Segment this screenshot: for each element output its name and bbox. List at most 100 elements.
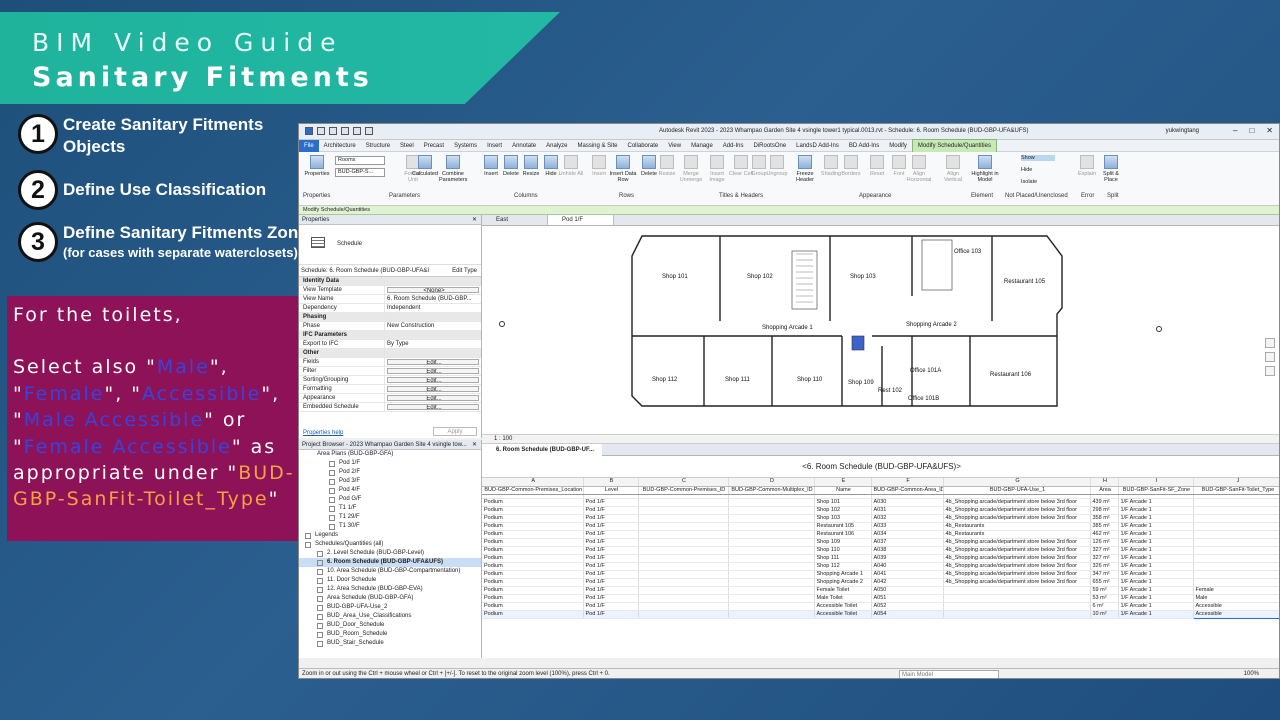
table-cell[interactable]: Podium: [482, 578, 584, 587]
table-cell[interactable]: 1/F Arcade 1: [1118, 514, 1194, 523]
table-row[interactable]: Podium Pod 1/F Male Toilet A051 53 m² 1/F Arc…: [482, 594, 1279, 603]
table-cell[interactable]: 53 m²: [1090, 594, 1119, 603]
tab-precast[interactable]: Precast: [419, 140, 449, 152]
property-edit-button[interactable]: Edit...: [387, 359, 479, 365]
table-cell[interactable]: [638, 522, 729, 531]
table-cell[interactable]: Podium: [482, 514, 584, 523]
table-cell[interactable]: Pod 1/F: [583, 578, 639, 587]
table-cell[interactable]: [728, 594, 815, 603]
table-cell[interactable]: [728, 506, 815, 515]
column-header[interactable]: BUD-GBP-Common-Multiplex_ID: [728, 486, 815, 495]
table-cell[interactable]: 6 m²: [1090, 602, 1119, 611]
table-cell[interactable]: 4b_Shopping arcade/department store belo…: [943, 578, 1091, 587]
column-letter[interactable]: I: [1118, 478, 1194, 487]
table-cell[interactable]: [728, 522, 815, 531]
table-cell[interactable]: [728, 514, 815, 523]
table-cell[interactable]: Pod 1/F: [583, 538, 639, 547]
table-cell[interactable]: 4b_Restaurants: [943, 530, 1091, 539]
property-edit-button[interactable]: Edit...: [387, 368, 479, 374]
table-cell[interactable]: A042: [871, 578, 944, 587]
property-row[interactable]: Phase New Construction: [299, 322, 481, 331]
ribbon-button-merge-unmerge[interactable]: Merge Unmerge: [677, 155, 705, 183]
pan-icon[interactable]: [1265, 352, 1275, 362]
tab-analyze[interactable]: Analyze: [541, 140, 572, 152]
property-row[interactable]: Export to IFC By Type: [299, 340, 481, 349]
table-row[interactable]: Podium Pod 1/F Shopping Arcade 2 A042 4b_Sho…: [482, 578, 1279, 587]
column-header[interactable]: BUD-GBP-Common-Area_ID: [871, 486, 944, 495]
properties-help-link[interactable]: Properties help: [303, 430, 343, 436]
table-cell[interactable]: 298 m²: [1090, 506, 1119, 515]
table-cell[interactable]: Female: [1193, 586, 1279, 595]
ribbon-button-align-horizontal[interactable]: Align Horizontal: [905, 155, 933, 183]
tab-structure[interactable]: Structure: [361, 140, 395, 152]
table-cell[interactable]: [638, 538, 729, 547]
table-cell[interactable]: 358 m²: [1090, 514, 1119, 523]
column-header[interactable]: BUD-GBP-SanFit-SF_Zone: [1118, 486, 1194, 495]
table-cell[interactable]: Shop 110: [814, 546, 872, 555]
table-row[interactable]: Podium Pod 1/F Accessible Toilet A054 10 m² 1…: [482, 609, 1279, 619]
browser-item[interactable]: 11. Door Schedule: [299, 576, 481, 585]
browser-item[interactable]: Pod 1/F: [299, 459, 481, 468]
column-header[interactable]: BUD-GBP-SanFit-Toilet_Type: [1193, 486, 1279, 495]
browser-item[interactable]: T1 29/F: [299, 513, 481, 522]
property-row[interactable]: Fields Edit...: [299, 358, 481, 367]
table-cell[interactable]: [1193, 498, 1279, 507]
tab-massing-site[interactable]: Massing & Site: [572, 140, 622, 152]
table-cell[interactable]: Podium: [482, 530, 584, 539]
table-cell[interactable]: 1/F Arcade 1: [1118, 506, 1194, 515]
ribbon-button-unhide-all[interactable]: Unhide All: [557, 155, 585, 177]
table-cell[interactable]: [1193, 522, 1279, 531]
table-cell[interactable]: [638, 602, 729, 611]
table-cell[interactable]: [943, 594, 1091, 603]
table-cell[interactable]: [728, 578, 815, 587]
browser-item[interactable]: BUD-GBP-UFA-Use_2: [299, 603, 481, 612]
table-cell[interactable]: 4b_Shopping arcade/department store belo…: [943, 538, 1091, 547]
property-row[interactable]: Sorting/Grouping Edit...: [299, 376, 481, 385]
table-cell[interactable]: [638, 530, 729, 539]
table-cell[interactable]: [638, 610, 729, 619]
ribbon-button-borders[interactable]: Borders: [837, 155, 865, 177]
tab-architecture[interactable]: Architecture: [319, 140, 361, 152]
table-cell[interactable]: Pod 1/F: [583, 602, 639, 611]
property-edit-button[interactable]: Edit...: [387, 386, 479, 392]
browser-item[interactable]: 10. Area Schedule (BUD-GBP-Compartmentat…: [299, 567, 481, 576]
tab-pod-1f[interactable]: Pod 1/F: [548, 215, 614, 225]
table-cell[interactable]: [728, 554, 815, 563]
floor-plan-view[interactable]: Shop 101 Shop 102 Shop 103 Office 103 Restau…: [482, 226, 1279, 434]
property-row[interactable]: View Template <None>: [299, 286, 481, 295]
table-cell[interactable]: [638, 586, 729, 595]
column-header[interactable]: Name: [814, 486, 872, 495]
table-cell[interactable]: [728, 546, 815, 555]
property-edit-button[interactable]: Edit...: [387, 395, 479, 401]
table-cell[interactable]: 326 m²: [1090, 562, 1119, 571]
table-row[interactable]: Podium Pod 1/F Shop 111 A039 4b_Shopping arc…: [482, 554, 1279, 563]
category-selector[interactable]: Rooms: [335, 156, 385, 165]
table-cell[interactable]: Pod 1/F: [583, 570, 639, 579]
table-cell[interactable]: Shop 103: [814, 514, 872, 523]
column-header[interactable]: Level: [583, 486, 639, 495]
table-cell[interactable]: Pod 1/F: [583, 594, 639, 603]
table-cell[interactable]: Podium: [482, 522, 584, 531]
table-cell[interactable]: Pod 1/F: [583, 514, 639, 523]
tab-bd-add-ins[interactable]: BD Add-Ins: [844, 140, 884, 152]
view-scale[interactable]: 1 : 100: [494, 436, 512, 442]
table-cell[interactable]: [1193, 538, 1279, 547]
ribbon-button-ungroup[interactable]: Ungroup: [763, 155, 791, 177]
table-cell[interactable]: Podium: [482, 546, 584, 555]
table-cell[interactable]: Pod 1/F: [583, 546, 639, 555]
property-value[interactable]: By Type: [385, 340, 481, 348]
table-cell[interactable]: Pod 1/F: [583, 610, 639, 619]
browser-item[interactable]: 6. Room Schedule (BUD-GBP-UFA&UFS): [299, 558, 481, 567]
property-row[interactable]: Dependency Independent: [299, 304, 481, 313]
table-cell[interactable]: 655 m²: [1090, 578, 1119, 587]
tab-landsd-add-ins[interactable]: LandsD Add-Ins: [791, 140, 844, 152]
browser-item[interactable]: 12. Area Schedule (BUD-GBP-EVA): [299, 585, 481, 594]
table-cell[interactable]: Shop 102: [814, 506, 872, 515]
type-selector[interactable]: Schedule: [299, 225, 481, 265]
table-row[interactable]: Podium Pod 1/F Restaurant 106 A034 4b_Restau…: [482, 530, 1279, 539]
table-cell[interactable]: [728, 562, 815, 571]
column-header[interactable]: BUD-GBP-Common-Premises_ID: [638, 486, 729, 495]
column-letter[interactable]: H: [1090, 478, 1119, 487]
table-cell[interactable]: 462 m²: [1090, 530, 1119, 539]
parameter-selector[interactable]: BUD-GBP-S...: [335, 168, 385, 177]
